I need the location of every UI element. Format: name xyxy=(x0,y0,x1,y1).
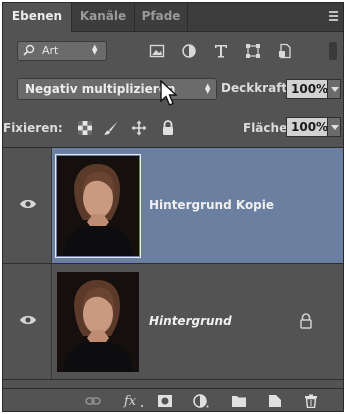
adjustment-layer-icon[interactable] xyxy=(193,394,209,408)
layer-thumbnail xyxy=(55,154,141,258)
select-arrows-icon: ▲ ▼ xyxy=(92,43,98,56)
layer-filter-row: Art ▲ ▼ xyxy=(3,33,343,67)
blend-mode-value: Negativ multiplizieren xyxy=(25,82,176,96)
opacity-dropdown-icon[interactable] xyxy=(327,79,341,99)
lock-label: Fixieren: xyxy=(3,121,63,135)
opacity-input[interactable]: 100% xyxy=(286,79,328,99)
tab-ebenen[interactable]: Ebenen xyxy=(3,3,72,32)
filter-kind-select[interactable]: Art ▲ ▼ xyxy=(17,41,107,61)
lock-all-icon[interactable] xyxy=(160,120,176,136)
shape-filter-icon[interactable] xyxy=(245,43,261,59)
mouse-cursor-icon xyxy=(160,80,178,106)
tab-kanaele[interactable]: Kanäle xyxy=(72,3,135,31)
visibility-column xyxy=(3,264,52,379)
filter-toggle-switch[interactable] xyxy=(329,42,337,60)
new-group-icon[interactable] xyxy=(231,394,247,408)
layers-bottom-toolbar: fx xyxy=(3,388,343,411)
new-layer-icon[interactable] xyxy=(267,394,283,408)
fill-dropdown-icon[interactable] xyxy=(327,117,341,137)
fill-label: Fläche: xyxy=(243,121,293,135)
search-icon xyxy=(23,44,35,56)
lock-transparent-pixels-icon[interactable] xyxy=(77,120,93,136)
opacity-label: Deckkraft: xyxy=(221,81,292,95)
tab-pfade[interactable]: Pfade xyxy=(135,3,188,31)
layer-name: Hintergrund Kopie xyxy=(149,198,275,212)
fx-icon[interactable]: fx xyxy=(123,394,145,408)
panel-menu-icon[interactable] xyxy=(325,9,339,23)
type-filter-icon[interactable] xyxy=(213,43,229,59)
layer-thumbnail xyxy=(57,272,139,372)
panel-tab-bar: Ebenen Kanäle Pfade xyxy=(3,3,343,32)
image-filter-icon[interactable] xyxy=(149,43,165,59)
layers-list: Hintergrund Kopie Hintergrund xyxy=(3,147,343,388)
eye-icon[interactable] xyxy=(19,198,37,210)
svg-text:fx: fx xyxy=(123,394,137,408)
eye-icon[interactable] xyxy=(19,314,37,326)
add-mask-icon[interactable] xyxy=(157,394,173,408)
visibility-column xyxy=(3,148,52,263)
layers-panel: Ebenen Kanäle Pfade Art ▲ ▼ Negativ mult… xyxy=(2,2,344,412)
layer-row-hintergrund[interactable]: Hintergrund xyxy=(3,264,343,380)
lock-image-pixels-icon[interactable] xyxy=(103,120,119,136)
fill-input[interactable]: 100% xyxy=(286,117,328,137)
select-arrows-icon: ▲ ▼ xyxy=(205,82,211,95)
lock-icon[interactable] xyxy=(299,313,313,329)
layer-row-hintergrund-kopie[interactable]: Hintergrund Kopie xyxy=(3,148,343,264)
adjustment-filter-icon[interactable] xyxy=(181,43,197,59)
filter-kind-label: Art xyxy=(42,44,59,57)
blend-mode-select[interactable]: Negativ multiplizieren ▲ ▼ xyxy=(17,78,217,100)
lock-row: Fixieren: Fläche: 100% xyxy=(3,115,343,141)
link-layers-icon[interactable] xyxy=(85,394,101,408)
layer-name: Hintergrund xyxy=(149,314,232,328)
delete-icon[interactable] xyxy=(303,394,319,408)
smart-object-filter-icon[interactable] xyxy=(277,43,293,59)
lock-position-icon[interactable] xyxy=(131,120,147,136)
